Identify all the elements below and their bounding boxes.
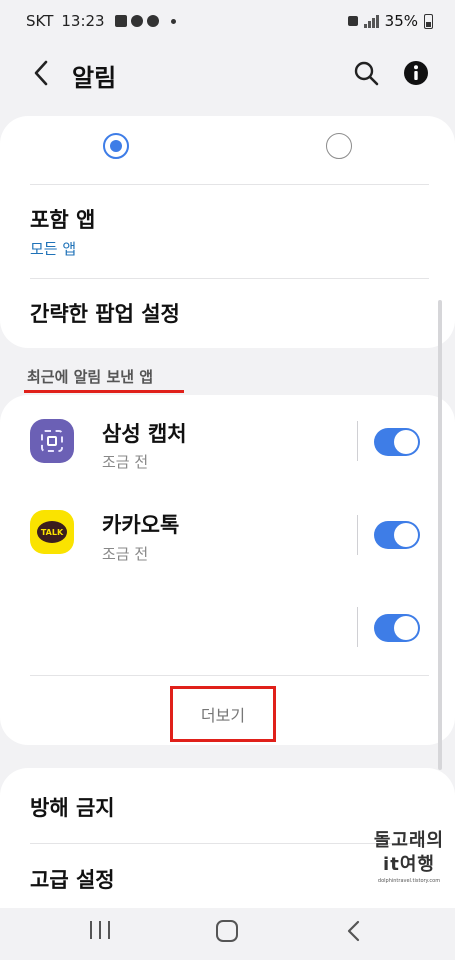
nav-back-button[interactable] bbox=[342, 918, 366, 944]
app-time: 조금 전 bbox=[102, 453, 149, 471]
chevron-left-icon bbox=[347, 920, 360, 942]
included-apps-row[interactable]: 포함 앱 모든 앱 bbox=[0, 186, 455, 278]
popup-style-radio-brief[interactable] bbox=[326, 133, 352, 159]
notification-settings-card: 포함 앱 모든 앱 간략한 팝업 설정 bbox=[0, 116, 455, 348]
battery-percent: 35% bbox=[384, 12, 418, 30]
recent-apps-header: 최근에 알림 보낸 앱 bbox=[27, 368, 154, 386]
carrier-name: SKT bbox=[26, 12, 54, 30]
masked-app-toggle[interactable] bbox=[374, 614, 420, 642]
divider bbox=[357, 421, 358, 461]
list-item[interactable]: TALK 카카오톡 조금 전 bbox=[0, 487, 340, 579]
recent-apps-button[interactable] bbox=[90, 921, 110, 941]
watermark-line2: it여행 bbox=[383, 854, 435, 875]
redacted-app-area bbox=[20, 580, 178, 658]
more-button[interactable]: 더보기 bbox=[170, 686, 276, 742]
signal-icon bbox=[363, 14, 379, 28]
app-time: 조금 전 bbox=[102, 545, 149, 563]
back-button[interactable] bbox=[24, 56, 58, 90]
watermark: 돌고래의 it여행 dolphintravel.tistory.com bbox=[367, 826, 451, 884]
chevron-left-icon bbox=[34, 60, 48, 86]
samsung-capture-toggle[interactable] bbox=[374, 428, 420, 456]
app-name: 삼성 캡처 bbox=[102, 422, 187, 446]
navigation-bar bbox=[0, 908, 455, 960]
app-bar: 알림 bbox=[0, 42, 455, 104]
divider bbox=[357, 515, 358, 555]
watermark-line3: dolphintravel.tistory.com bbox=[377, 878, 441, 884]
brief-popup-settings-title: 간략한 팝업 설정 bbox=[30, 302, 180, 326]
divider bbox=[30, 184, 429, 185]
samsung-capture-icon bbox=[30, 419, 74, 463]
brief-popup-settings-row[interactable]: 간략한 팝업 설정 bbox=[0, 279, 455, 347]
app-name: 카카오톡 bbox=[102, 513, 180, 537]
info-button[interactable] bbox=[398, 55, 434, 91]
message-icon bbox=[130, 15, 143, 27]
list-item[interactable]: 삼성 캡처 조금 전 bbox=[0, 395, 340, 487]
scrollbar[interactable] bbox=[438, 300, 442, 770]
alert-icon bbox=[146, 15, 159, 27]
included-apps-value: 모든 앱 bbox=[30, 240, 77, 258]
home-button[interactable] bbox=[216, 920, 238, 942]
notification-icons bbox=[114, 15, 176, 27]
divider bbox=[30, 675, 429, 676]
battery-icon bbox=[424, 13, 433, 29]
page-title: 알림 bbox=[72, 64, 117, 92]
status-time: 13:23 bbox=[61, 12, 105, 30]
divider bbox=[357, 607, 358, 647]
included-apps-title: 포함 앱 bbox=[30, 208, 96, 232]
search-button[interactable] bbox=[348, 55, 384, 91]
kakaotalk-toggle[interactable] bbox=[374, 521, 420, 549]
advanced-settings-title: 고급 설정 bbox=[30, 868, 115, 892]
gallery-icon bbox=[114, 15, 127, 27]
do-not-disturb-title: 방해 금지 bbox=[30, 796, 115, 820]
network-icon bbox=[347, 16, 358, 26]
watermark-line1: 돌고래의 bbox=[373, 830, 445, 851]
more-notifications-icon bbox=[170, 18, 176, 24]
search-icon bbox=[354, 61, 379, 86]
header-highlight-underline bbox=[24, 390, 184, 393]
info-icon bbox=[404, 61, 428, 85]
kakaotalk-icon: TALK bbox=[30, 510, 74, 554]
status-right: 35% bbox=[347, 0, 433, 42]
popup-style-radio-detailed[interactable] bbox=[103, 133, 129, 159]
